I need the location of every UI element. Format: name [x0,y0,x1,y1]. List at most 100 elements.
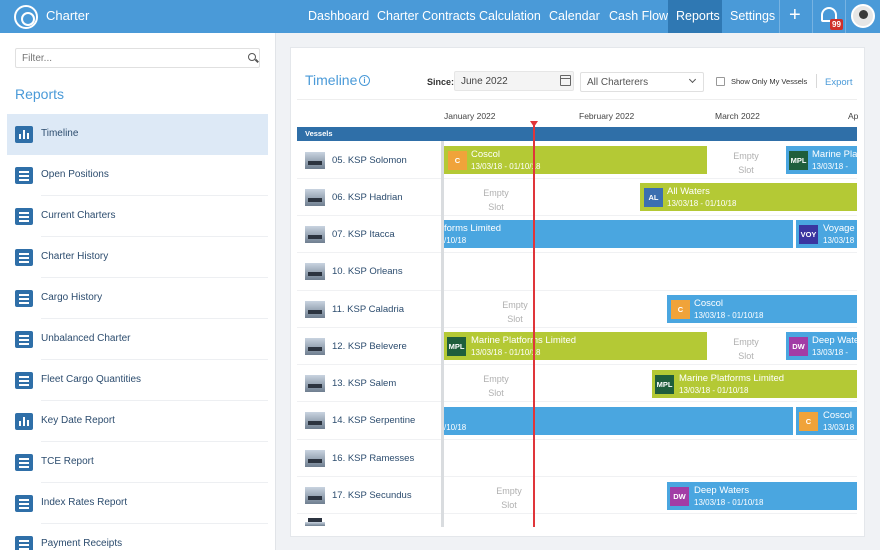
vessel-name[interactable]: 06. KSP Hadrian [332,192,403,203]
vessel-name[interactable]: 11. KSP Caladria [332,304,404,315]
charter-dates: 13/03/18 - [812,162,849,171]
sidebar-item-tce-report[interactable]: TCE Report [7,442,268,483]
sidebar-item-timeline[interactable]: Timeline [7,114,268,155]
empty-slot[interactable]: Empty Slot [726,149,766,177]
charterer-logo: MPL [789,151,808,170]
vessel-name[interactable]: 14. KSP Serpentine [332,415,415,426]
vessel-name[interactable]: 12. KSP Belevere [332,341,407,352]
month-label: Ap [848,111,859,121]
charter-dates: 13/03/18 - [812,348,849,357]
sidebar-item-charter-history[interactable]: Charter History [7,237,268,278]
export-link[interactable]: Export [825,77,852,88]
list-icon [15,454,33,471]
search-icon[interactable] [248,53,256,61]
empty-slot[interactable]: Empty Slot [476,186,516,214]
sidebar-item-key-date-report[interactable]: Key Date Report [7,401,268,442]
charter-bar[interactable]: C Coscol 13/03/18 - 01/10/18 [667,295,857,323]
charter-dates: 13/03/18 - 01/10/18 [667,199,737,208]
charter-bar[interactable]: VOY Voyage 13/03/18 [796,220,857,248]
charter-bar[interactable]: DW Deep Wate 13/03/18 - [786,332,857,360]
charterers-select[interactable]: All Charterers [580,72,704,92]
sidebar-item-label: Timeline [41,128,79,139]
vessel-photo [305,450,325,467]
charter-bar[interactable]: C Coscol 13/03/18 [796,407,857,435]
show-only-my-vessels-label[interactable]: Show Only My Vessels [731,77,807,86]
charter-name: All Waters [667,186,710,197]
sidebar-item-cargo-history[interactable]: Cargo History [7,278,268,319]
empty-slot[interactable]: Empty Slot [726,335,766,363]
nav-cash-flow[interactable]: Cash Flow [609,9,668,23]
sidebar-item-label: Unbalanced Charter [41,333,131,344]
nav-dashboard[interactable]: Dashboard [308,9,369,23]
list-icon [15,331,33,348]
charter-bar[interactable]: forms Limited /10/18 [444,220,793,248]
nav-divider [779,0,780,33]
notification-badge: 99 [830,19,843,30]
app-brand[interactable]: Charter [46,8,89,23]
sidebar-item-open-positions[interactable]: Open Positions [7,155,268,196]
empty-slot[interactable]: Empty Slot [489,484,529,512]
since-date-input[interactable]: June 2022 [454,71,574,91]
ship-wheel-logo-icon[interactable] [14,5,38,29]
row-divider [297,327,857,328]
top-navbar: Charter Dashboard Charter Contracts Calc… [0,0,880,33]
charter-dates: /10/18 [444,236,467,245]
charter-name: Marine Platforms Limited [679,373,785,384]
row-divider [297,252,857,253]
vessel-name[interactable]: 16. KSP Ramesses [332,453,414,464]
vessel-name[interactable]: 05. KSP Solomon [332,155,407,166]
nav-divider [845,0,846,33]
nav-settings[interactable]: Settings [730,9,775,23]
charterer-logo: C [448,151,467,170]
charterer-logo: AL [644,188,663,207]
charterer-logo: MPL [447,337,466,356]
calendar-icon[interactable] [560,75,571,86]
list-icon [15,372,33,389]
charter-bar[interactable]: DW Deep Waters 13/03/18 - 01/10/18 [667,482,857,510]
filter-input[interactable] [15,48,260,68]
vessel-name[interactable]: 13. KSP Salem [332,378,396,389]
info-icon[interactable]: i [359,75,370,86]
charter-name: Coscol [694,298,724,309]
vessel-name[interactable]: 10. KSP Orleans [332,266,403,277]
show-only-my-vessels-checkbox[interactable] [716,77,725,86]
bar-chart-icon [15,126,33,143]
charter-bar[interactable]: AL All Waters 13/03/18 - 01/10/18 [640,183,857,211]
charter-dates: 13/03/18 [823,423,855,432]
sidebar-item-fleet-cargo-quantities[interactable]: Fleet Cargo Quantities [7,360,268,401]
sidebar-item-payment-receipts[interactable]: Payment Receipts [7,524,268,550]
charter-name: Coscol [823,410,853,421]
vessel-photo [305,263,325,280]
plus-icon[interactable]: + [789,4,801,27]
sidebar-item-label: Charter History [41,251,109,262]
vessel-name[interactable]: 07. KSP Itacca [332,229,395,240]
empty-slot[interactable]: Empty Slot [476,372,516,400]
vessel-photo [305,375,325,392]
charter-bar[interactable]: MPL Marine Platf 13/03/18 - [786,146,857,174]
charter-bar[interactable]: C Coscol 13/03/18 - 01/10/18 [444,146,707,174]
nav-charter-contracts[interactable]: Charter Contracts [377,9,476,23]
vessel-name[interactable]: 17. KSP Secundus [332,490,412,501]
charter-bar[interactable]: MPL Marine Platforms Limited 13/03/18 - … [652,370,857,398]
row-divider [297,439,857,440]
charter-bar[interactable]: /10/18 [444,407,793,435]
sidebar-item-unbalanced-charter[interactable]: Unbalanced Charter [7,319,268,360]
row-divider [297,401,857,402]
empty-slot[interactable]: Empty Slot [495,298,535,326]
sidebar-item-current-charters[interactable]: Current Charters [7,196,268,237]
month-label: January 2022 [444,111,496,121]
nav-reports[interactable]: Reports [676,9,720,23]
sidebar-item-label: Index Rates Report [41,497,128,508]
charter-dates: 13/03/18 - 01/10/18 [694,498,764,507]
nav-calendar[interactable]: Calendar [549,9,600,23]
sidebar-title: Reports [15,86,65,102]
charter-bar[interactable]: MPL Marine Platforms Limited 13/03/18 - … [444,332,707,360]
user-avatar[interactable] [851,4,875,28]
sidebar-item-index-rates-report[interactable]: Index Rates Report [7,483,268,524]
list-icon [15,290,33,307]
charterer-logo: C [799,412,818,431]
nav-calculation[interactable]: Calculation [479,9,541,23]
divider [816,74,817,88]
charter-name: Marine Platf [812,149,857,160]
sidebar-item-label: TCE Report [41,456,94,467]
